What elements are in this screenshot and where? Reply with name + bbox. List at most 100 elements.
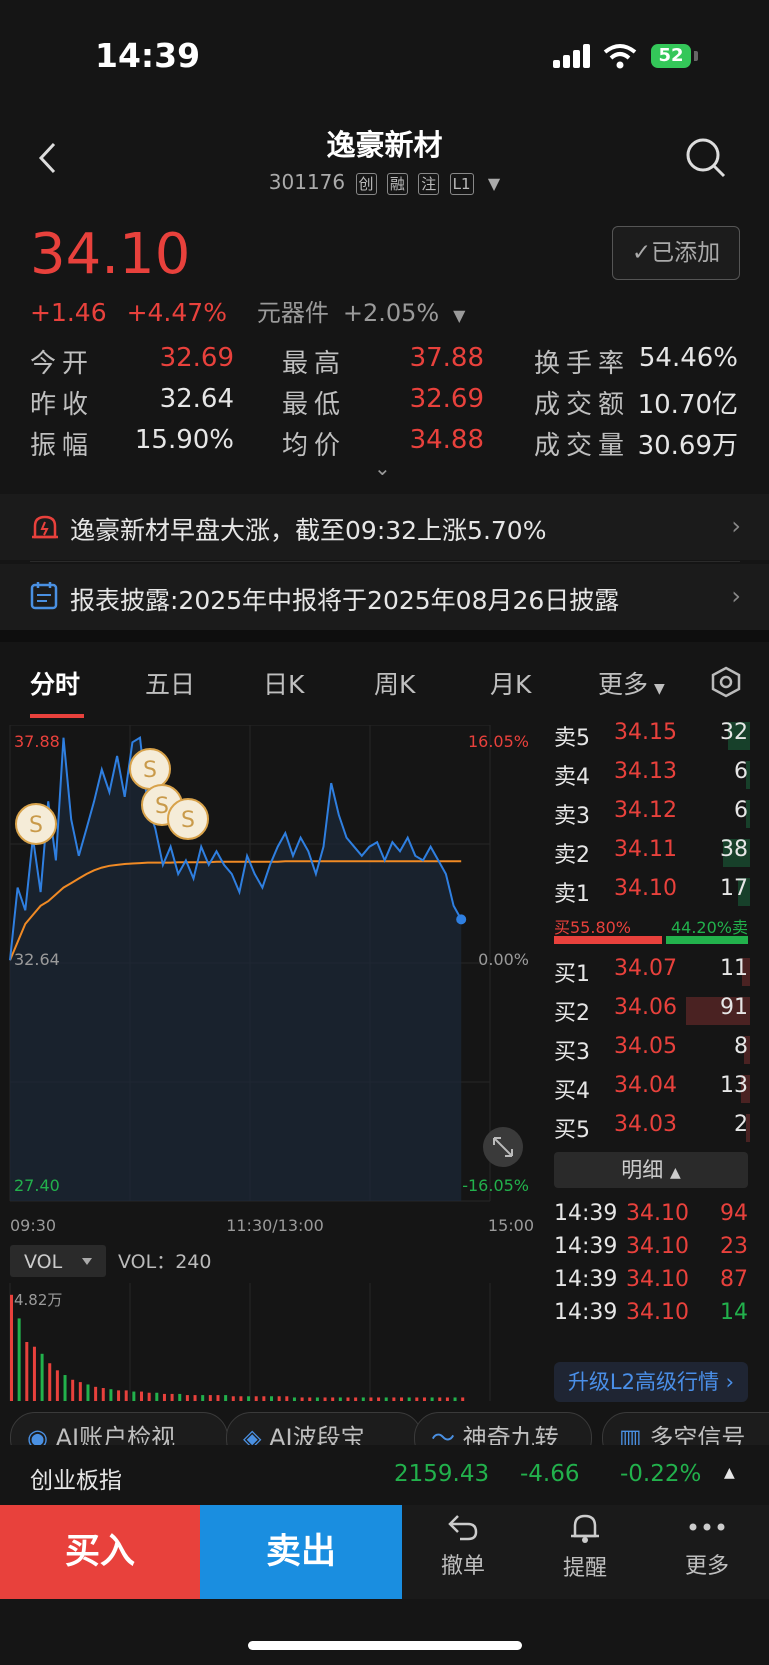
trade-qty: 87	[720, 1267, 748, 1292]
orderbook-buy-price: 34.07	[614, 956, 677, 981]
x-tick: 09:30	[10, 1216, 56, 1235]
vol-bar	[300, 1397, 304, 1401]
home-indicator	[248, 1641, 522, 1650]
vol-bar	[453, 1397, 457, 1401]
stat-value: 54.46%	[638, 343, 738, 373]
detail-button[interactable]: 明细 ▲	[554, 1152, 748, 1188]
calendar-icon	[30, 582, 58, 610]
stat-value: 30.69万	[637, 431, 738, 461]
news-item[interactable]: 报表披露:2025年中报将于2025年08月26日披露 ›	[0, 564, 769, 630]
caret-up-icon: ▲	[669, 1165, 681, 1181]
trade-price: 34.10	[626, 1201, 689, 1226]
vol-bar	[25, 1342, 29, 1401]
trade-qty: 94	[720, 1201, 748, 1226]
alarm-icon	[32, 515, 58, 539]
cancel-order-button[interactable]: 撤单	[418, 1512, 508, 1580]
chevron-right-icon: ›	[731, 512, 741, 540]
trade-time: 14:39	[554, 1300, 618, 1325]
trade-time: 14:39	[554, 1234, 618, 1259]
tab-weekly-k[interactable]: 周K	[374, 665, 415, 701]
vol-bar	[132, 1391, 136, 1401]
vol-bar	[101, 1388, 105, 1401]
price-change-pct: +4.47%	[126, 298, 227, 327]
vol-bar	[155, 1392, 159, 1401]
orderbook-sell-label: 卖1	[554, 882, 590, 907]
tab-five-day[interactable]: 五日	[145, 665, 195, 701]
y-left-tick: 32.64	[14, 950, 60, 969]
orderbook-buy-label: 买5	[554, 1118, 590, 1143]
alert-button[interactable]: 提醒	[540, 1512, 630, 1582]
last-price-dot	[456, 914, 467, 925]
stat-value: 32.69	[409, 384, 484, 414]
vol-bar	[430, 1397, 434, 1401]
trade-time: 14:39	[554, 1201, 618, 1226]
orderbook-sell-label: 卖5	[554, 726, 590, 751]
orderbook-sell-qty: 32	[720, 720, 748, 745]
upgrade-l2-button[interactable]: 升级L2高级行情 ›	[554, 1362, 748, 1402]
sell-ratio-bar	[666, 936, 748, 944]
vol-bar	[354, 1397, 358, 1401]
tab-daily-k[interactable]: 日K	[263, 665, 304, 701]
search-icon[interactable]	[684, 136, 728, 180]
vol-bar	[17, 1318, 21, 1401]
news-item[interactable]: 逸豪新材早盘大涨，截至09:32上涨5.70% ›	[0, 494, 769, 560]
cancel-label: 撤单	[440, 1554, 485, 1579]
more-button[interactable]: 更多	[662, 1512, 752, 1580]
intraday-chart[interactable]: SSSS37.8832.6427.4016.05%0.00%-16.05%09:…	[0, 725, 540, 1405]
vol-bar	[208, 1395, 212, 1401]
buy-button[interactable]: 买入	[0, 1505, 200, 1599]
orderbook-sell-price: 34.13	[614, 759, 677, 784]
y-right-tick: 16.05%	[468, 732, 529, 751]
index-pct: -0.22%	[620, 1461, 702, 1487]
stat-label: 今开	[30, 349, 95, 379]
orderbook-buy-qty: 91	[720, 995, 748, 1020]
vol-bar	[109, 1389, 113, 1401]
check-icon: ✓	[631, 240, 652, 266]
signal-icon	[553, 44, 591, 68]
index-bar[interactable]: 创业板指 2159.43 -4.66 -0.22% ▲	[0, 1445, 769, 1505]
vol-bar	[117, 1390, 121, 1401]
tag-l1: L1	[449, 173, 474, 195]
undo-icon	[448, 1515, 478, 1541]
vol-bar	[178, 1393, 182, 1401]
settings-hex-icon[interactable]	[710, 666, 742, 698]
vol-bar	[140, 1391, 144, 1401]
stat-label: 振幅	[30, 431, 95, 461]
vol-bar	[63, 1375, 67, 1401]
battery-tip	[694, 51, 698, 61]
vol-bar	[270, 1396, 274, 1401]
orderbook-sell-price: 34.11	[614, 837, 677, 862]
vol-bar	[338, 1397, 342, 1401]
vol-bar	[392, 1397, 396, 1401]
tab-more[interactable]: 更多 ▼	[598, 665, 665, 701]
x-tick: 11:30/13:00	[226, 1216, 324, 1235]
sector-name[interactable]: 元器件	[257, 299, 329, 327]
stock-code-row[interactable]: 301176 创 融 注 L1 ▼	[0, 170, 769, 195]
vol-bar	[40, 1353, 44, 1401]
vol-bar	[32, 1346, 36, 1401]
section-gap	[0, 630, 769, 642]
battery-icon: 52	[651, 44, 691, 68]
buy-ratio-bar	[554, 936, 662, 944]
vol-bar	[377, 1397, 381, 1401]
tab-fenshi[interactable]: 分时	[30, 665, 80, 701]
vol-bar	[422, 1397, 426, 1401]
vol-bar	[162, 1393, 166, 1401]
sell-button[interactable]: 卖出	[200, 1505, 402, 1599]
vol-bar	[124, 1390, 128, 1401]
vol-bar	[71, 1379, 75, 1401]
tab-monthly-k[interactable]: 月K	[490, 665, 531, 701]
vol-bar	[331, 1397, 335, 1401]
stock-title: 逸豪新材	[326, 128, 443, 162]
caret-down-icon: ▼	[654, 681, 665, 697]
vol-bar	[10, 1294, 13, 1401]
stat-value: 15.90%	[134, 425, 234, 455]
orderbook-sell-label: 卖3	[554, 804, 590, 829]
expand-chevron-icon[interactable]: ⌄	[374, 456, 391, 480]
vol-bar	[55, 1370, 59, 1401]
vol-bar	[445, 1397, 449, 1401]
stat-value: 32.64	[159, 384, 234, 414]
divider	[30, 561, 740, 562]
added-watchlist-button[interactable]: ✓已添加	[612, 226, 740, 280]
sector-pct: +2.05%	[342, 299, 440, 327]
